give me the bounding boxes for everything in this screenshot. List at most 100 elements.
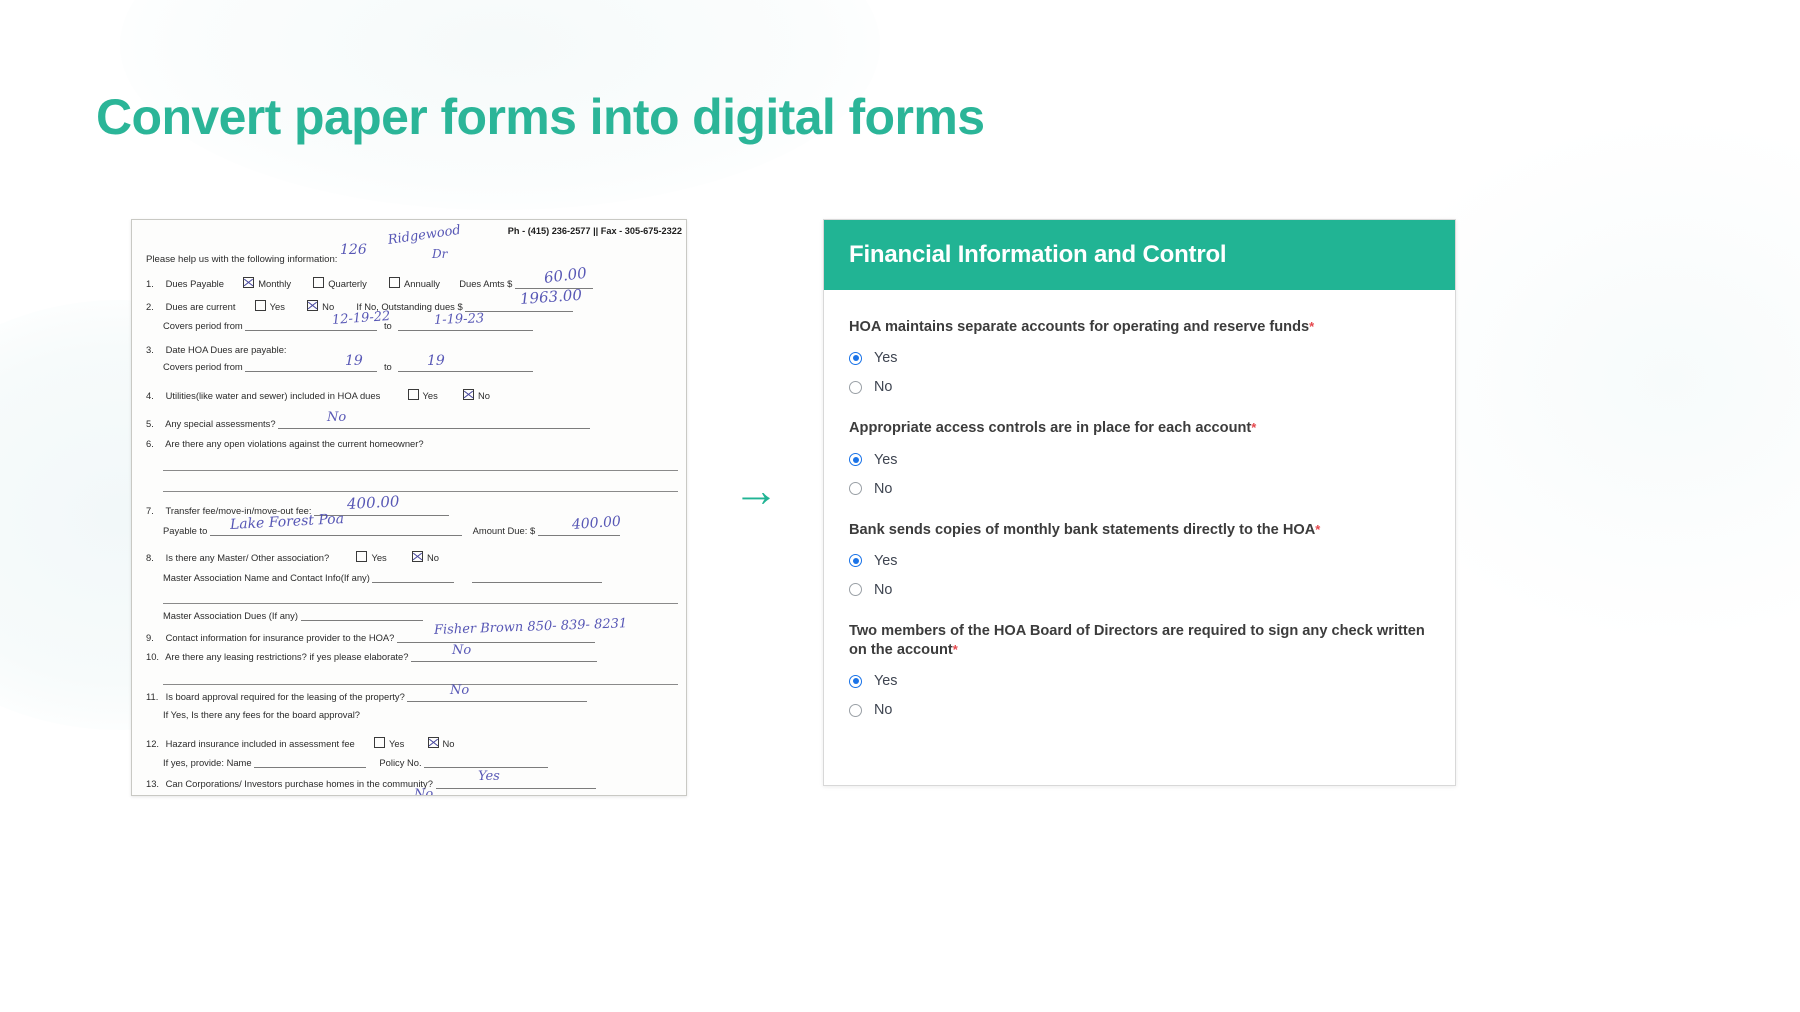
paper-item-8-rule-b — [471, 572, 602, 583]
paper-item-3-sub: Covers period from to — [146, 361, 678, 372]
paper-item-9-number: 9. — [146, 632, 154, 643]
paper-contact-line: Ph - (415) 236-2577 || Fax - 305-675-232… — [507, 226, 682, 236]
scanned-paper-form: Ph - (415) 236-2577 || Fax - 305-675-232… — [131, 219, 687, 796]
checkbox-annually[interactable] — [389, 277, 401, 288]
handwriting-board-approval: No — [450, 683, 470, 698]
arrow-right-icon: → — [733, 464, 779, 516]
paper-item-9: 9. Contact information for insurance pro… — [146, 632, 678, 643]
checkbox-monthly[interactable] — [243, 277, 255, 288]
paper-item-8-rule-a — [372, 572, 455, 583]
checkbox-quarterly[interactable] — [313, 277, 325, 288]
checkbox-hazard-insurance-yes[interactable] — [374, 737, 385, 748]
checkbox-quarterly-label: Quarterly — [328, 278, 367, 289]
page-title: Convert paper forms into digital forms — [96, 89, 985, 145]
digital-form-header: Financial Information and Control — [824, 220, 1455, 290]
question-2-required-marker: * — [1251, 420, 1257, 436]
paper-item-12-policy-rule — [424, 757, 549, 768]
checkbox-annually-label: Annually — [404, 278, 440, 289]
handwriting-covers-from-2: 19 — [345, 353, 363, 369]
question-2-option-no-label: No — [874, 480, 893, 497]
question-1-option-yes[interactable]: Yes — [849, 350, 1430, 366]
question-4-required-marker: * — [952, 642, 958, 657]
paper-item-8-number: 8. — [146, 552, 154, 563]
question-block-1: HOA maintains separate accounts for oper… — [849, 318, 1430, 395]
question-block-2: Appropriate access controls are in place… — [849, 419, 1430, 497]
handwriting-address-street: Ridgewood — [386, 222, 462, 248]
question-3-option-no[interactable]: No — [849, 582, 1430, 598]
paper-item-3: 3. Date HOA Dues are payable: — [146, 344, 678, 355]
radio-icon-question-3-no[interactable] — [849, 583, 862, 597]
checkbox-hazard-insurance-no[interactable] — [427, 737, 439, 748]
paper-item-6-number: 6. — [146, 438, 154, 449]
question-3-option-yes[interactable]: Yes — [849, 553, 1430, 569]
paper-item-1-trailing: Dues Amts $ — [459, 278, 513, 289]
paper-item-8-rule-c — [163, 603, 678, 604]
paper-item-1: 1. Dues Payable Monthly Quarterly Annual… — [146, 277, 678, 289]
paper-item-3-sub-label: Covers period from — [163, 361, 243, 372]
paper-item-10-rule — [411, 651, 598, 662]
question-3-required-marker: * — [1315, 521, 1321, 537]
checkbox-dues-current-yes[interactable] — [254, 300, 266, 311]
question-2-option-no[interactable]: No — [849, 481, 1430, 497]
paper-item-12-sub-label: If yes, provide: Name — [163, 757, 252, 768]
paper-item-8: 8. Is there any Master/ Other associatio… — [146, 551, 678, 563]
paper-item-4-label: Utilities(like water and sewer) included… — [165, 390, 381, 401]
radio-icon-question-2-no[interactable] — [849, 482, 862, 495]
paper-item-13-label: Can Corporations/ Investors purchase hom… — [165, 778, 433, 789]
question-1-option-no[interactable]: No — [849, 379, 1430, 395]
paper-intro-text: Please help us with the following inform… — [146, 254, 338, 265]
paper-item-6: 6. Are there any open violations against… — [146, 438, 678, 449]
radio-icon-question-3-yes[interactable] — [849, 554, 862, 568]
digital-form-body: HOA maintains separate accounts for oper… — [824, 290, 1455, 785]
paper-item-8-sub: Master Association Name and Contact Info… — [146, 572, 678, 583]
paper-form-content: Ph - (415) 236-2577 || Fax - 305-675-232… — [132, 220, 686, 795]
question-2-option-yes[interactable]: Yes — [849, 452, 1430, 468]
paper-item-1-label: Dues Payable — [165, 278, 224, 289]
radio-icon-question-4-yes[interactable] — [849, 674, 862, 688]
digital-form-title: Financial Information and Control — [849, 241, 1227, 268]
paper-item-6-rule-2 — [163, 491, 678, 492]
paper-item-5-number: 5. — [146, 418, 154, 429]
paper-item-2-sub: Covers period from to — [146, 320, 678, 331]
question-1-required-marker: * — [1309, 319, 1315, 334]
checkbox-utilities-yes[interactable] — [407, 389, 419, 400]
question-block-4: Two members of the HOA Board of Director… — [849, 622, 1430, 718]
paper-item-4: 4. Utilities(like water and sewer) inclu… — [146, 389, 678, 401]
paper-item-10-number: 10. — [146, 651, 160, 662]
radio-icon-question-1-yes[interactable] — [849, 351, 862, 365]
paper-item-3-label: Date HOA Dues are payable: — [165, 344, 287, 355]
checkbox-dues-current-no[interactable] — [307, 300, 319, 311]
checkbox-master-association-yes-label: Yes — [371, 552, 387, 563]
question-4-option-yes[interactable]: Yes — [849, 673, 1430, 689]
question-4-option-no[interactable]: No — [849, 702, 1430, 718]
radio-icon-question-2-yes[interactable] — [849, 453, 862, 466]
question-2-label: Appropriate access controls are in place… — [849, 419, 1430, 438]
checkbox-master-association-no[interactable] — [411, 551, 423, 562]
paper-item-1-number: 1. — [146, 278, 154, 289]
paper-item-12-name-rule — [254, 757, 367, 768]
paper-item-11-number: 11. — [146, 691, 159, 702]
question-1-option-yes-label: Yes — [874, 350, 898, 367]
checkbox-master-association-yes[interactable] — [356, 551, 368, 562]
paper-item-11-rule — [407, 691, 588, 702]
paper-item-12: 12. Hazard insurance included in assessm… — [146, 737, 678, 749]
digital-form-card: Financial Information and Control HOA ma… — [823, 219, 1456, 786]
radio-icon-question-1-no[interactable] — [849, 380, 862, 394]
handwriting-leasing-restrictions: No — [452, 643, 472, 658]
handwriting-corporations-purchase-2: No — [414, 787, 434, 796]
checkbox-hazard-insurance-no-label: No — [442, 738, 455, 749]
paper-item-3-sub-rule-to — [398, 361, 534, 372]
checkbox-utilities-no[interactable] — [463, 389, 475, 400]
paper-item-13-number: 13. — [146, 778, 160, 789]
radio-icon-question-4-no[interactable] — [849, 703, 862, 717]
question-3-text: Bank sends copies of monthly bank statem… — [849, 521, 1316, 538]
paper-item-8-sub2-label: Master Association Dues (If any) — [163, 610, 298, 621]
checkbox-dues-current-no-label: No — [322, 301, 335, 312]
paper-item-13-rule — [435, 778, 596, 789]
paper-item-10: 10. Are there any leasing restrictions? … — [146, 651, 678, 662]
question-4-label: Two members of the HOA Board of Director… — [849, 622, 1430, 661]
handwriting-covers-to-2: 19 — [427, 353, 445, 369]
question-4-option-no-label: No — [874, 702, 893, 719]
question-3-option-yes-label: Yes — [874, 552, 898, 569]
checkbox-monthly-label: Monthly — [258, 278, 292, 289]
